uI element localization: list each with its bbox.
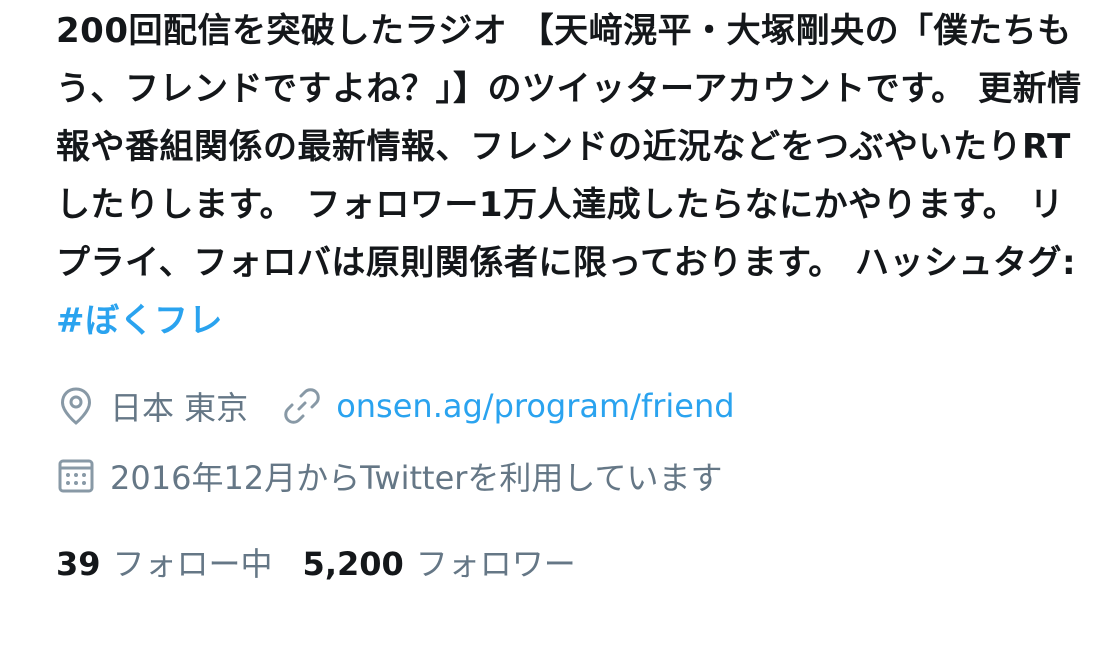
following-stat[interactable]: 39 フォロー中 <box>56 539 273 585</box>
website[interactable]: onsen.ag/program/friend <box>282 386 735 426</box>
profile-info: 200回配信を突破したラジオ 【天﨑滉平・大塚剛央の「僕たちもう、フレンドですよ… <box>56 0 1086 592</box>
followers-count: 5,200 <box>302 545 404 583</box>
profile-bio: 200回配信を突破したラジオ 【天﨑滉平・大塚剛央の「僕たちもう、フレンドですよ… <box>56 2 1086 350</box>
link-icon <box>282 386 322 426</box>
location-pin-icon <box>56 386 96 426</box>
calendar-icon <box>56 456 96 496</box>
following-count: 39 <box>56 545 101 583</box>
location-text: 日本 東京 <box>110 389 249 427</box>
following-label: フォロー中 <box>112 545 273 583</box>
joined-row: 2016年12月からTwitterを利用しています <box>56 446 1086 506</box>
followers-label: フォロワー <box>415 545 576 583</box>
follow-stats: 39 フォロー中 5,200 フォロワー <box>56 532 1086 592</box>
profile-meta-row: 日本 東京 onsen.ag/program/friend <box>56 376 1086 436</box>
website-link[interactable]: onsen.ag/program/friend <box>336 387 734 425</box>
joined-text: 2016年12月からTwitterを利用しています <box>110 459 723 497</box>
bio-text: 200回配信を突破したラジオ 【天﨑滉平・大塚剛央の「僕たちもう、フレンドですよ… <box>56 11 1082 283</box>
joined-date: 2016年12月からTwitterを利用しています <box>56 453 722 499</box>
location: 日本 東京 <box>56 383 248 429</box>
hashtag-link[interactable]: #ぼくフレ <box>56 301 223 341</box>
followers-stat[interactable]: 5,200 フォロワー <box>303 539 576 585</box>
